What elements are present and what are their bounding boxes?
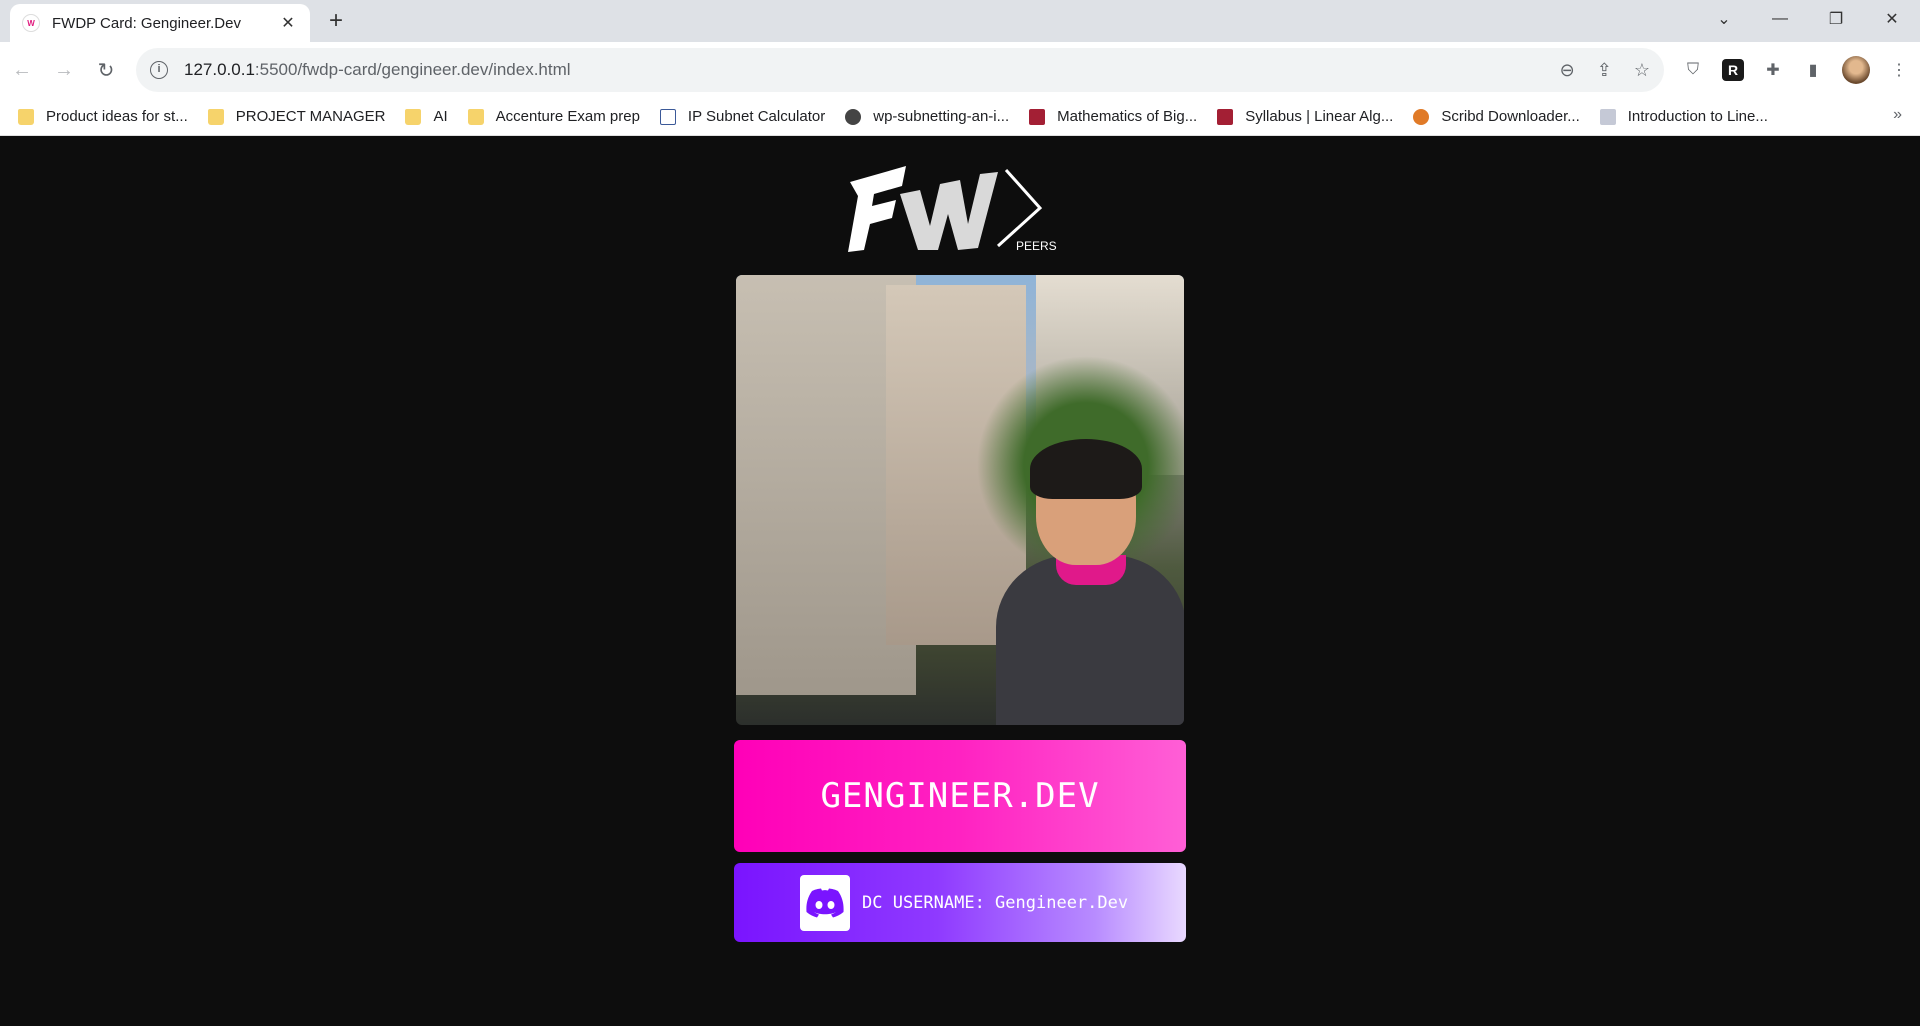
shield-extension-icon[interactable]: ⛉: [1682, 59, 1704, 81]
omnibox-actions: ⊖ ⇪ ☆: [1560, 60, 1650, 81]
bookmark-label: Product ideas for st...: [46, 108, 188, 125]
tab-strip: W FWDP Card: Gengineer.Dev ✕ + ⌄ — ❐ ✕: [0, 0, 1920, 42]
bookmarks-bar: Product ideas for st... PROJECT MANAGER …: [0, 98, 1920, 136]
folder-icon: [405, 108, 422, 125]
bookmark-item[interactable]: Syllabus | Linear Alg...: [1217, 108, 1393, 125]
folder-icon: [467, 108, 484, 125]
bookmark-label: AI: [433, 108, 448, 125]
zoom-icon[interactable]: ⊖: [1560, 60, 1575, 81]
browser-toolbar: ← → ↻ i 127.0.0.1:5500/fwdp-card/gengine…: [0, 42, 1920, 98]
bookmark-item[interactable]: Introduction to Line...: [1599, 108, 1768, 125]
scribd-icon: [1413, 108, 1430, 125]
puzzle-icon[interactable]: ✚: [1762, 59, 1784, 81]
info-icon[interactable]: i: [150, 61, 168, 79]
window-close-button[interactable]: ✕: [1864, 0, 1920, 38]
window-controls: ⌄ — ❐ ✕: [1696, 0, 1920, 38]
bookmark-item[interactable]: AI: [405, 108, 448, 125]
fwdp-logo: PEERS: [848, 166, 1057, 253]
bookmark-item[interactable]: PROJECT MANAGER: [207, 108, 386, 125]
bookmark-label: IP Subnet Calculator: [687, 108, 826, 125]
bookmark-label: Scribd Downloader...: [1441, 108, 1580, 125]
url-text[interactable]: 127.0.0.1:5500/fwdp-card/gengineer.dev/i…: [184, 60, 1560, 80]
restore-button[interactable]: ❐: [1808, 0, 1864, 38]
bookmark-label: PROJECT MANAGER: [235, 108, 386, 125]
bookmark-item[interactable]: wp-subnetting-an-i...: [845, 108, 1009, 125]
folder-icon: [18, 108, 34, 125]
back-button[interactable]: ←: [2, 50, 42, 90]
mit-icon: [1217, 108, 1234, 125]
new-tab-button[interactable]: +: [322, 8, 350, 36]
discord-card[interactable]: DC USERNAME: Gengineer.Dev: [734, 863, 1186, 942]
globe-icon: [845, 108, 862, 125]
tab-favicon-icon: W: [22, 14, 40, 32]
active-tab[interactable]: W FWDP Card: Gengineer.Dev ✕: [10, 4, 310, 42]
bookmark-label: Introduction to Line...: [1627, 108, 1768, 125]
page-content: PEERS GENGINEER.DEV DC USERNAME: Gengine…: [0, 136, 1920, 1026]
discord-username: DC USERNAME: Gengineer.Dev: [862, 892, 1129, 913]
menu-icon[interactable]: ⋮: [1888, 59, 1910, 81]
extensions-area: ⛉ R ✚ ▮ ⋮: [1682, 50, 1910, 90]
reload-button[interactable]: ↻: [86, 50, 126, 90]
forward-button[interactable]: →: [44, 50, 84, 90]
bookmark-label: wp-subnetting-an-i...: [873, 108, 1010, 125]
bookmarks-overflow-button[interactable]: »: [1893, 106, 1902, 124]
calculator-icon: [659, 108, 676, 125]
minimize-button[interactable]: —: [1752, 0, 1808, 38]
url-path: :5500/fwdp-card/gengineer.dev/index.html: [254, 60, 571, 79]
bookmark-item[interactable]: Accenture Exam prep: [467, 108, 640, 125]
discord-icon: [800, 874, 850, 931]
profile-photo: [736, 275, 1184, 725]
r-extension-icon[interactable]: R: [1722, 59, 1744, 81]
tab-title: FWDP Card: Gengineer.Dev: [52, 14, 241, 32]
share-icon[interactable]: ⇪: [1597, 60, 1612, 81]
bookmark-item[interactable]: Mathematics of Big...: [1029, 108, 1197, 125]
math-icon: [1599, 108, 1616, 125]
bookmark-label: Mathematics of Big...: [1057, 108, 1198, 125]
close-icon[interactable]: ✕: [278, 13, 298, 33]
bookmark-label: Syllabus | Linear Alg...: [1245, 108, 1394, 125]
star-icon[interactable]: ☆: [1634, 60, 1650, 81]
profile-avatar[interactable]: [1842, 56, 1870, 84]
url-host: 127.0.0.1: [184, 60, 255, 79]
name-text: GENGINEER.DEV: [820, 776, 1100, 816]
address-bar[interactable]: i 127.0.0.1:5500/fwdp-card/gengineer.dev…: [136, 48, 1664, 92]
name-card[interactable]: GENGINEER.DEV: [734, 740, 1186, 852]
mit-icon: [1029, 108, 1046, 125]
bookmark-item[interactable]: Scribd Downloader...: [1413, 108, 1580, 125]
side-panel-icon[interactable]: ▮: [1802, 59, 1824, 81]
bookmark-item[interactable]: IP Subnet Calculator: [659, 108, 826, 125]
bookmark-label: Accenture Exam prep: [495, 108, 640, 125]
folder-icon: [207, 108, 224, 125]
logo-sub-text: PEERS: [1016, 239, 1057, 253]
chevron-down-icon[interactable]: ⌄: [1696, 0, 1752, 38]
bookmark-item[interactable]: Product ideas for st...: [18, 108, 188, 125]
